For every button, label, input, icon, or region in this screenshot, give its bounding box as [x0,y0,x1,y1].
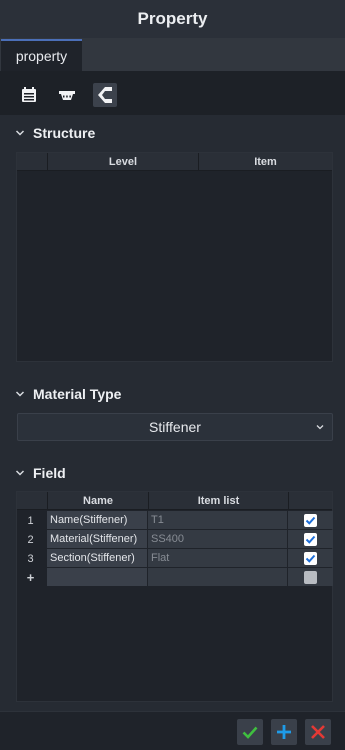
chevron-down-icon [15,391,25,397]
column-header-level[interactable]: Level [47,153,198,171]
structure-section-header[interactable]: Structure [0,118,345,148]
item-list-cell[interactable]: T1 [148,511,287,529]
row-checkbox-cell[interactable] [288,530,333,548]
toolbar [0,71,345,115]
structure-grid: Level Item [16,152,333,362]
column-header-check [288,492,332,510]
field-title: Field [33,465,66,481]
bracket-logo-icon[interactable] [93,83,117,107]
field-section-header[interactable]: Field [0,458,345,488]
tab-property[interactable]: property [1,39,82,71]
check-icon [305,535,316,544]
item-list-cell[interactable]: SS400 [148,530,287,548]
row-number: 2 [27,533,34,546]
row-number: 3 [27,552,34,565]
name-cell[interactable]: Section(Stiffener) [47,549,147,567]
calendar-icon[interactable] [17,83,41,107]
close-icon [311,725,325,739]
name-cell[interactable]: Name(Stiffener) [47,511,147,529]
add-row-icon[interactable]: + [17,568,44,587]
row-checkbox-cell[interactable] [288,549,333,567]
confirm-button[interactable] [237,719,263,745]
material-type-title: Material Type [33,386,122,402]
chevron-down-icon [15,470,25,476]
chevron-down-icon [15,130,25,136]
chevron-down-icon [316,425,324,430]
title-bar: Property [0,0,345,38]
field-grid: Name Item list 1 Name(Stiffener) T1 2 Ma… [16,491,333,702]
plus-icon [277,725,291,739]
field-grid-header: Name Item list [17,492,332,510]
name-cell[interactable]: Material(Stiffener) [47,530,147,548]
row-checkbox-cell[interactable] [288,568,333,586]
checkbox-unchecked[interactable] [304,570,317,584]
footer-bar [0,711,345,750]
column-header-item[interactable]: Item [198,153,332,171]
add-button[interactable] [271,719,297,745]
row-checkbox-cell[interactable] [288,511,333,529]
material-type-select[interactable]: Stiffener [17,413,333,441]
tab-strip: property [0,38,345,71]
column-header-item-list[interactable]: Item list [148,492,288,510]
column-header-name[interactable]: Name [47,492,148,510]
checkbox-checked[interactable] [304,551,317,565]
checkbox-checked[interactable] [304,532,317,546]
name-cell[interactable] [47,568,147,586]
checkbox-checked[interactable] [304,513,317,527]
check-icon [305,516,316,525]
material-type-section-header[interactable]: Material Type [0,379,345,409]
item-list-cell[interactable] [148,568,287,586]
material-type-selected: Stiffener [149,419,201,435]
cancel-button[interactable] [305,719,331,745]
tray-icon[interactable] [55,83,79,107]
row-number: 1 [27,514,34,527]
check-icon [305,554,316,563]
structure-title: Structure [33,125,96,141]
item-list-cell[interactable]: Flat [148,549,287,567]
structure-grid-header: Level Item [17,153,332,171]
check-icon [242,726,258,739]
window-title: Property [137,9,208,28]
